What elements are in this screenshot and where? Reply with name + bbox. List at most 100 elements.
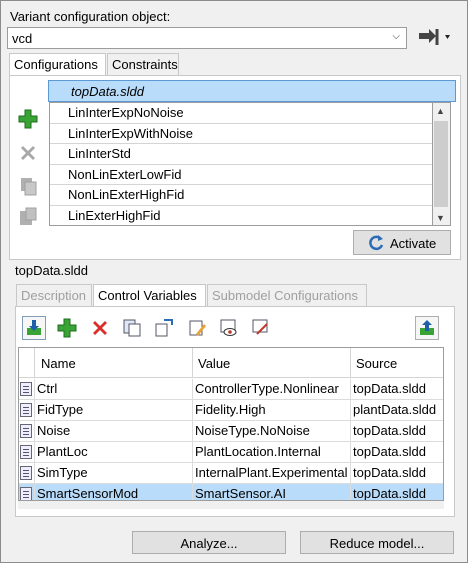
reduce-model-button[interactable]: Reduce model... [300,531,454,554]
activate-icon [369,235,384,251]
configuration-item[interactable]: NonLinExterLowFid [50,165,432,185]
variable-icon [20,424,32,438]
cell-name[interactable]: SmartSensorMod [35,484,193,500]
cell-value[interactable]: ControllerType.Nonlinear [193,379,351,400]
chevron-down-icon[interactable]: ⌵ [392,31,400,42]
table-row[interactable]: SimType InternalPlant.Experimental topData… [19,463,443,484]
cell-value[interactable]: InternalPlant.Experimental [193,463,351,484]
export-icon [419,29,450,45]
cell-name[interactable]: Ctrl [35,379,193,400]
cell-source[interactable]: topData.sldd [351,442,443,463]
edit-icon [189,320,206,336]
variable-icon [20,445,32,459]
configuration-item[interactable]: LinInterStd [50,144,432,165]
set-default-configuration-button[interactable] [15,204,41,228]
delete-configuration-button[interactable] [15,141,41,165]
add-variable-button[interactable] [55,316,79,340]
cell-source[interactable]: topData.sldd [351,484,443,500]
delete-icon [93,321,107,335]
activate-label: Activate [390,236,437,251]
row-icon-cell [19,400,35,421]
scroll-up-icon[interactable]: ▲ [436,106,445,116]
cell-value[interactable]: Fidelity.High [193,400,351,421]
column-header-source[interactable]: Source [351,348,443,378]
cell-name[interactable]: PlantLoc [35,442,193,463]
variable-icon [20,382,32,396]
cell-name[interactable]: SimType [35,463,193,484]
configuration-item[interactable]: NonLinExterHighFid [50,185,432,206]
selected-configuration-label: topData.sldd [15,263,88,278]
edit-variable-button[interactable] [185,316,209,340]
row-icon-cell [19,463,35,484]
move-variable-button[interactable] [152,316,176,340]
add-configuration-button[interactable] [15,107,41,131]
cell-name[interactable]: Noise [35,421,193,442]
control-variables-table: Name Value Source Ctrl ControllerType.Non… [18,347,444,501]
export-variables-button[interactable] [249,316,273,340]
cell-value[interactable]: PlantLocation.Internal [193,442,351,463]
copy-variable-button[interactable] [120,316,144,340]
analyze-label: Analyze... [180,536,238,551]
header-icon-column [19,348,35,378]
variable-icon [20,466,32,480]
variant-object-value: vcd [12,31,33,46]
row-icon-cell [19,379,35,400]
tab-control-variables[interactable]: Control Variables [93,284,206,306]
tab-description[interactable]: Description [16,284,92,306]
configurations-scrollbar[interactable]: ▲ ▼ [433,102,451,226]
configuration-item[interactable]: LinInterExpNoNoise [50,103,432,124]
default-icon [20,207,37,225]
table-row[interactable]: PlantLoc PlantLocation.Internal topData.sl… [19,442,443,463]
table-row[interactable]: SmartSensorMod SmartSensor.AI topData.sldd [19,484,443,500]
cell-source[interactable]: topData.sldd [351,421,443,442]
tab-configurations[interactable]: Configurations [9,53,106,75]
cell-value[interactable]: SmartSensor.AI [193,484,351,500]
export-variables-icon [252,319,268,335]
copy-configuration-button[interactable] [15,174,41,198]
variant-object-label: Variant configuration object: [10,9,171,24]
tab-constraints[interactable]: Constraints [107,53,179,75]
delete-variable-button[interactable] [88,316,112,340]
copy-icon [21,178,37,196]
variant-object-combo[interactable]: vcd ⌵ [7,27,407,49]
plus-icon [18,109,38,129]
cell-source[interactable]: topData.sldd [351,379,443,400]
scroll-thumb[interactable] [434,121,448,207]
activate-button[interactable]: Activate [353,230,451,255]
row-icon-cell [19,484,35,500]
row-icon-cell [19,442,35,463]
column-header-name[interactable]: Name [35,348,193,378]
configuration-item[interactable]: LinExterHighFid [50,206,432,226]
variable-icon [20,403,32,417]
column-header-value[interactable]: Value [193,348,351,378]
copy-icon [123,319,141,337]
tab-submodel-configurations[interactable]: Submodel Configurations [207,284,367,306]
cell-name[interactable]: FidType [35,400,193,421]
analyze-button[interactable]: Analyze... [132,531,286,554]
variant-manager-window: Variant configuration object: vcd ⌵ Conf… [0,0,468,563]
table-row[interactable]: FidType Fidelity.High plantData.sldd [19,400,443,421]
table-row[interactable]: Ctrl ControllerType.Nonlinear topData.sldd [19,379,443,400]
view-usage-button[interactable] [217,316,241,340]
table-horizontal-scrollbar[interactable] [18,501,444,509]
cell-value[interactable]: NoiseType.NoNoise [193,421,351,442]
scroll-down-icon[interactable]: ▼ [436,213,445,223]
delete-icon [21,146,35,160]
variable-icon [20,487,32,500]
export-to-file-button[interactable] [415,316,439,340]
configurations-header[interactable]: topData.sldd [48,80,456,102]
table-header: Name Value Source [19,348,443,378]
view-icon [220,319,237,336]
import-icon [27,320,41,335]
cell-source[interactable]: plantData.sldd [351,400,443,421]
plus-icon [57,318,77,338]
export-menu-button[interactable] [415,25,455,49]
row-icon-cell [19,421,35,442]
cell-source[interactable]: topData.sldd [351,463,443,484]
configuration-item[interactable]: LinInterExpWithNoise [50,124,432,144]
configurations-list: LinInterExpNoNoise LinInterExpWithNoise … [49,102,433,226]
move-icon [155,319,173,337]
upload-icon [420,320,434,335]
import-variables-button[interactable] [22,316,46,340]
table-row[interactable]: Noise NoiseType.NoNoise topData.sldd [19,421,443,442]
